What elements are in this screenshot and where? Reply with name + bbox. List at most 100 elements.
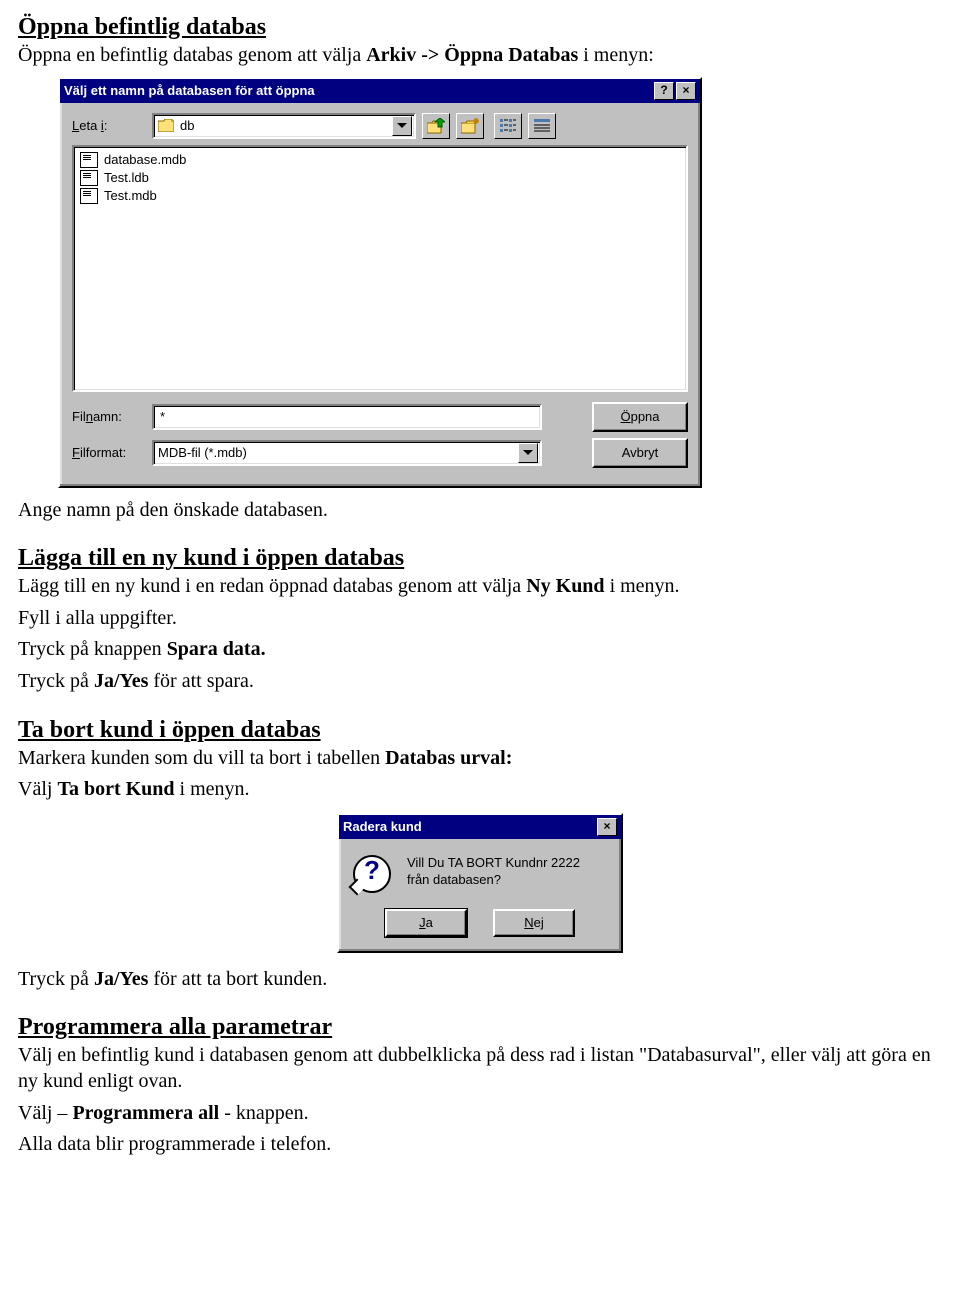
heading-add-customer: Lägga till en ny kund i öppen databas bbox=[18, 545, 942, 572]
file-item[interactable]: Test.ldb bbox=[80, 169, 680, 187]
text: Lägg till en ny kund i en redan öppnad d… bbox=[18, 575, 526, 597]
filetype-label: Filformat: bbox=[72, 445, 152, 460]
filetype-combo[interactable]: MDB-fil (*.mdb) bbox=[152, 440, 542, 466]
remove-customer-after: Tryck på Ja/Yes för att ta bort kunden. bbox=[18, 967, 942, 993]
look-in-row: Leta i: db bbox=[72, 113, 688, 139]
add-customer-p2: Fyll i alla uppgifter. bbox=[18, 606, 942, 632]
look-in-combo[interactable]: db bbox=[152, 113, 416, 139]
dialog-titlebar: Välj ett namn på databasen för att öppna… bbox=[60, 79, 700, 103]
chevron-down-icon bbox=[397, 123, 407, 128]
new-folder-icon bbox=[461, 118, 479, 134]
program-all-p3: Alla data blir programmerade i telefon. bbox=[18, 1132, 942, 1158]
text: Välj bbox=[18, 778, 57, 800]
file-name: database.mdb bbox=[104, 152, 186, 167]
delete-customer-msgbox: Radera kund × Vill Du TA BORT Kundnr 222… bbox=[337, 813, 623, 953]
open-existing-intro: Öppna en befintlig databas genom att väl… bbox=[18, 43, 942, 69]
text: Öppna en befintlig databas genom att väl… bbox=[18, 44, 366, 66]
text: - knappen. bbox=[219, 1102, 308, 1124]
add-customer-p1: Lägg till en ny kund i en redan öppnad d… bbox=[18, 574, 942, 600]
filename-label: Filnamn: bbox=[72, 409, 152, 424]
remove-customer-p2: Välj Ta bort Kund i menyn. bbox=[18, 777, 942, 803]
remove-customer-p1: Markera kunden som du vill ta bort i tab… bbox=[18, 746, 942, 772]
text: Markera kunden som du vill ta bort i tab… bbox=[18, 747, 385, 769]
filetype-value-wrap: MDB-fil (*.mdb) bbox=[154, 445, 516, 460]
text: a bbox=[426, 915, 433, 930]
open-database-dialog: Välj ett namn på databasen för att öppna… bbox=[58, 77, 702, 488]
program-all-p1: Välj en befintlig kund i databasen genom… bbox=[18, 1043, 942, 1094]
yes-button[interactable]: Ja bbox=[385, 909, 467, 937]
look-in-value: db bbox=[180, 118, 194, 133]
file-list[interactable]: database.mdb Test.ldb Test.mdb bbox=[72, 145, 688, 392]
text: Tryck på knappen bbox=[18, 638, 167, 660]
msgbox-line2: från databasen? bbox=[407, 872, 580, 889]
speech-tail bbox=[349, 878, 366, 895]
text: ppna bbox=[631, 409, 660, 424]
text: Ny Kund bbox=[526, 575, 604, 597]
look-in-value-wrap: db bbox=[154, 118, 390, 133]
details-view-button[interactable] bbox=[528, 113, 556, 139]
dialog-body: Leta i: db bbox=[60, 103, 700, 486]
msgbox-buttons: Ja Nej bbox=[339, 909, 621, 951]
database-file-icon bbox=[80, 170, 98, 186]
folder-icon bbox=[158, 119, 174, 132]
menu-path-text: Arkiv -> Öppna Databas bbox=[366, 44, 578, 66]
database-file-icon bbox=[80, 152, 98, 168]
add-customer-p4: Tryck på Ja/Yes för att spara. bbox=[18, 669, 942, 695]
look-in-dropdown-button[interactable] bbox=[392, 116, 412, 136]
folder-up-icon bbox=[427, 118, 445, 134]
text: Ja/Yes bbox=[94, 968, 148, 990]
text: för att ta bort kunden. bbox=[148, 968, 327, 990]
filetype-dropdown-button[interactable] bbox=[518, 443, 538, 463]
add-customer-p3: Tryck på knappen Spara data. bbox=[18, 637, 942, 663]
file-item[interactable]: Test.mdb bbox=[80, 187, 680, 205]
vspace bbox=[18, 529, 942, 541]
no-button[interactable]: Nej bbox=[493, 909, 575, 937]
filename-row: Filnamn: * Öppna bbox=[72, 402, 688, 432]
close-button[interactable]: × bbox=[676, 82, 696, 100]
text: N bbox=[524, 915, 533, 930]
text: Ta bort Kund bbox=[57, 778, 174, 800]
text: Tryck på bbox=[18, 670, 94, 692]
question-icon bbox=[353, 855, 391, 893]
heading-program-all: Programmera alla parametrar bbox=[18, 1014, 942, 1041]
filename-value: * bbox=[160, 409, 165, 424]
list-view-icon bbox=[500, 119, 516, 133]
heading-remove-customer: Ta bort kund i öppen databas bbox=[18, 717, 942, 744]
details-view-icon bbox=[534, 119, 550, 133]
msgbox-titlebar: Radera kund × bbox=[339, 815, 621, 839]
program-all-p2: Välj – Programmera all - knappen. bbox=[18, 1101, 942, 1127]
text: ej bbox=[534, 915, 544, 930]
look-in-label: Leta i: bbox=[72, 118, 152, 133]
text: i menyn. bbox=[605, 575, 680, 597]
cancel-button[interactable]: Avbryt bbox=[592, 438, 688, 468]
new-folder-button[interactable] bbox=[456, 113, 484, 139]
text: Databas urval: bbox=[385, 747, 512, 769]
text: Tryck på bbox=[18, 968, 94, 990]
file-name: Test.ldb bbox=[104, 170, 149, 185]
text: Programmera all bbox=[72, 1102, 219, 1124]
open-button[interactable]: Öppna bbox=[592, 402, 688, 432]
filetype-row: Filformat: MDB-fil (*.mdb) Avbryt bbox=[72, 438, 688, 468]
text: eta bbox=[79, 118, 101, 133]
text: för att spara. bbox=[148, 670, 254, 692]
text: i menyn. bbox=[175, 778, 250, 800]
filename-input[interactable]: * bbox=[152, 404, 542, 430]
help-button[interactable]: ? bbox=[654, 82, 674, 100]
file-name: Test.mdb bbox=[104, 188, 157, 203]
chevron-down-icon bbox=[523, 450, 533, 455]
list-view-button[interactable] bbox=[494, 113, 522, 139]
msgbox-text: Vill Du TA BORT Kundnr 2222 från databas… bbox=[407, 855, 580, 889]
heading-open-existing: Öppna befintlig databas bbox=[18, 14, 942, 41]
vspace bbox=[18, 998, 942, 1010]
text: Välj – bbox=[18, 1102, 72, 1124]
msgbox-title: Radera kund bbox=[343, 819, 422, 834]
open-existing-outro: Ange namn på den önskade databasen. bbox=[18, 498, 942, 524]
vspace bbox=[18, 701, 942, 713]
database-file-icon bbox=[80, 188, 98, 204]
file-item[interactable]: database.mdb bbox=[80, 151, 680, 169]
up-one-level-button[interactable] bbox=[422, 113, 450, 139]
msgbox-body: Vill Du TA BORT Kundnr 2222 från databas… bbox=[339, 839, 621, 909]
cancel-button-label: Avbryt bbox=[622, 445, 659, 460]
msgbox-close-button[interactable]: × bbox=[597, 818, 617, 836]
text: Spara data. bbox=[167, 638, 266, 660]
